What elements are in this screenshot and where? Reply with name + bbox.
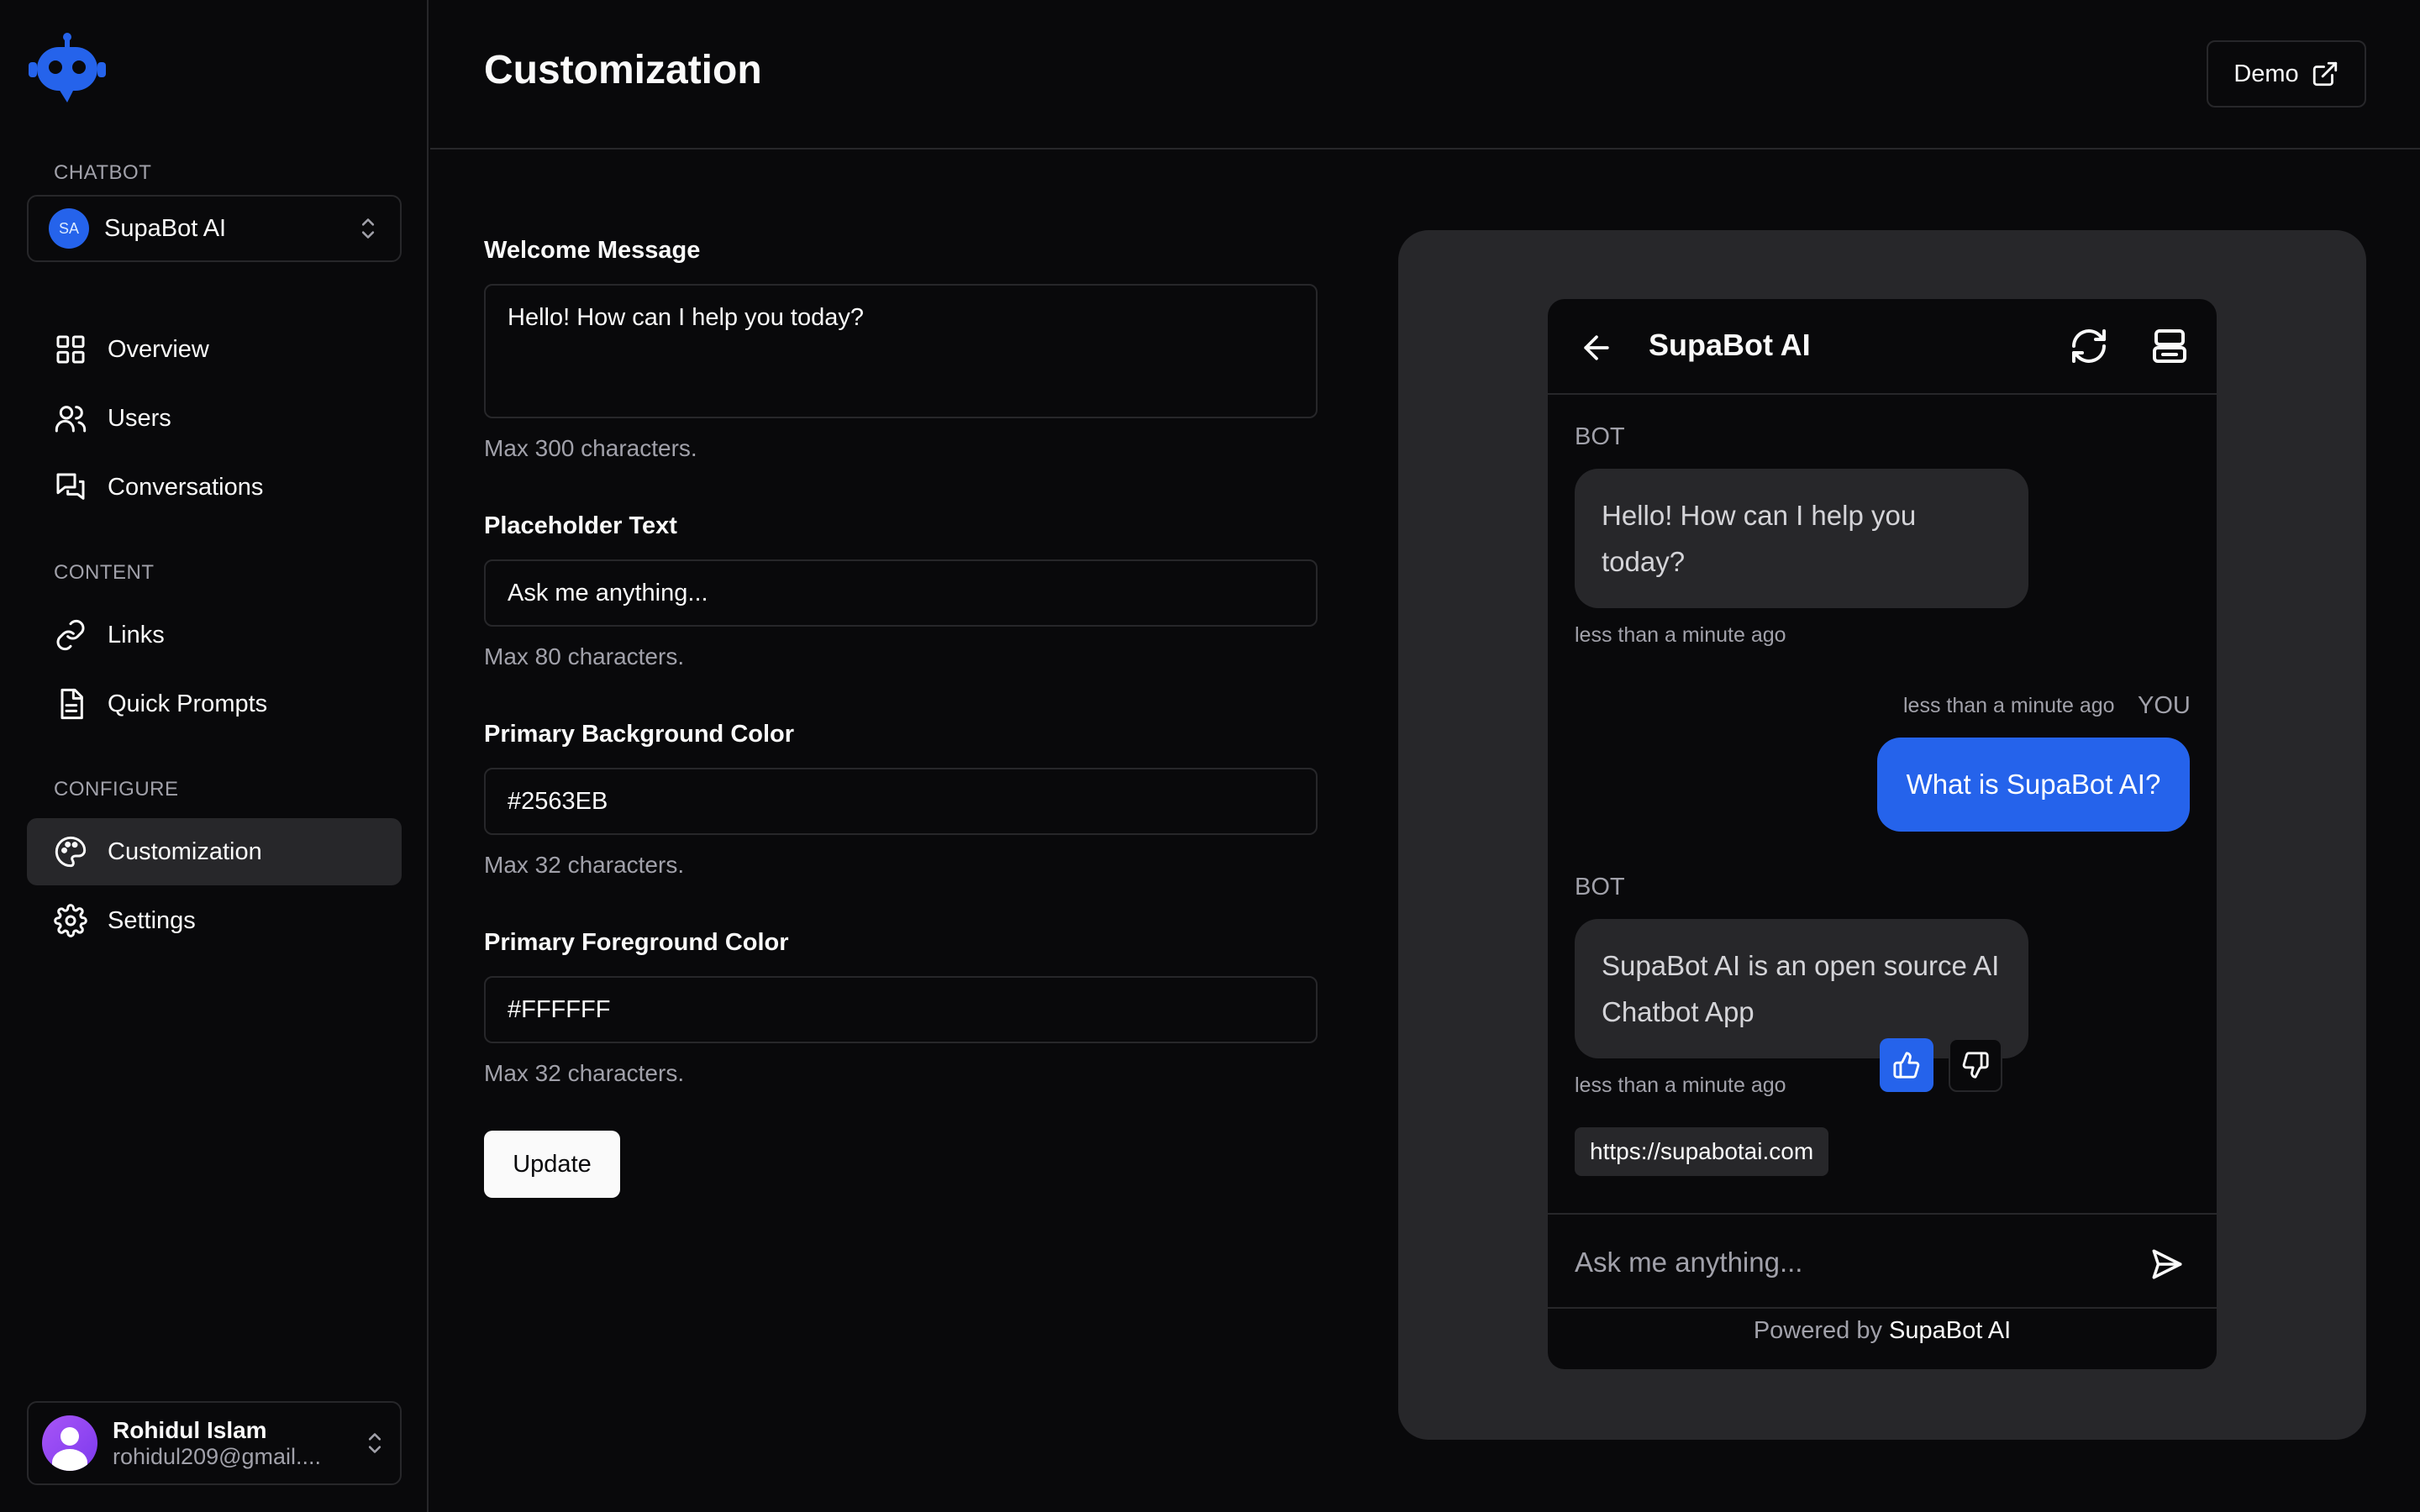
placeholder-text-help: Max 80 characters. [484,643,685,669]
thumbs-up-button[interactable] [1880,1038,1933,1092]
fg-color-help: Max 32 characters. [484,1060,685,1086]
powered-by: Powered by SupaBot AI [1548,1317,2217,1345]
bot-message-bubble: Hello! How can I help you today? [1575,469,2028,608]
chevrons-up-down-icon [368,1433,381,1453]
fg-color-input[interactable]: #FFFFFF [484,976,1318,1043]
selected-bot-name: SupaBot AI [104,214,227,242]
link-icon [56,619,85,651]
sidebar-item-label: Quick Prompts [108,690,268,717]
palette-icon [55,836,87,868]
placeholder-text-input[interactable]: Ask me anything... [484,559,1318,627]
welcome-message-textarea[interactable]: Hello! How can I help you today? [484,284,1318,418]
sidebar-item-customization[interactable]: Customization [27,818,402,885]
chat-title: SupaBot AI [1649,328,1811,362]
grid-icon [56,335,85,364]
message-role-label: BOT [1575,423,1625,450]
avatar [42,1415,97,1471]
demo-button[interactable]: Demo [2207,40,2366,108]
sidebar-item-overview[interactable]: Overview [27,316,402,383]
thumbs-up-icon [1893,1052,1920,1079]
bg-color-help: Max 32 characters. [484,852,685,878]
gear-icon [54,904,87,937]
chevrons-up-down-icon [361,218,375,239]
send-icon[interactable] [2149,1247,2185,1282]
chat-input[interactable]: Ask me anything... [1548,1213,2217,1309]
user-email: rohidul209@gmail.... [113,1443,322,1469]
sidebar-item-users[interactable]: Users [27,385,402,452]
arrow-left-icon[interactable] [1578,329,1615,366]
message-role-label: BOT [1575,874,1625,900]
page-header: Customization Demo [430,0,2420,150]
sidebar-item-settings[interactable]: Settings [27,887,402,954]
welcome-message-help: Max 300 characters. [484,435,697,461]
message-role-label: YOU [2138,692,2191,719]
sidebar-item-label: Overview [108,335,209,363]
chatbot-section-label: CHATBOT [54,161,152,184]
demo-button-label: Demo [2233,60,2299,87]
sidebar-item-label: Settings [108,906,196,934]
users-icon [55,406,87,433]
sidebar: CHATBOT SA SupaBot AI Overview Users Con… [0,0,429,1512]
sidebar-item-links[interactable]: Links [27,601,402,669]
robot-logo-icon[interactable] [25,32,109,102]
sidebar-item-quick-prompts[interactable]: Quick Prompts [27,670,402,738]
page-title: Customization [484,48,762,92]
powered-by-prefix: Powered by [1753,1317,1882,1344]
refresh-icon[interactable] [2069,326,2109,366]
chat-input-placeholder: Ask me anything... [1575,1247,1803,1278]
user-message-bubble: What is SupaBot AI? [1877,738,2190,832]
message-timestamp: less than a minute ago [1903,694,2115,717]
powered-by-brand[interactable]: SupaBot AI [1889,1317,2011,1344]
configure-section-label: CONFIGURE [54,778,179,801]
user-name: Rohidul Islam [113,1416,267,1443]
sidebar-item-label: Users [108,404,171,432]
chat-widget-preview: SupaBot AI BOT Hello! How can I help you… [1548,299,2217,1369]
user-menu[interactable]: Rohidul Islam rohidul209@gmail.... [27,1401,402,1485]
update-button[interactable]: Update [484,1131,620,1198]
chatbot-selector[interactable]: SA SupaBot AI [27,195,402,262]
sidebar-item-conversations[interactable]: Conversations [27,454,402,521]
thumbs-down-button[interactable] [1949,1038,2002,1092]
thumbs-down-icon [1962,1052,1989,1079]
source-link[interactable]: https://supabotai.com [1575,1127,1829,1176]
sidebar-item-label: Links [108,621,165,648]
bg-color-label: Primary Background Color [484,721,795,748]
layout-icon[interactable] [2149,326,2190,366]
messages-icon [56,473,85,500]
welcome-message-label: Welcome Message [484,237,701,264]
file-text-icon [60,688,83,720]
fg-color-label: Primary Foreground Color [484,929,789,956]
bg-color-input[interactable]: #2563EB [484,768,1318,835]
chat-header: SupaBot AI [1548,299,2217,395]
update-button-label: Update [513,1150,592,1178]
external-link-icon [2312,61,2337,87]
message-timestamp: less than a minute ago [1575,623,1786,647]
message-timestamp: less than a minute ago [1575,1074,1786,1097]
placeholder-text-label: Placeholder Text [484,512,677,539]
content-section-label: CONTENT [54,561,155,584]
sidebar-item-label: Conversations [108,473,264,501]
sidebar-item-label: Customization [108,837,262,865]
bot-avatar: SA [49,208,89,249]
